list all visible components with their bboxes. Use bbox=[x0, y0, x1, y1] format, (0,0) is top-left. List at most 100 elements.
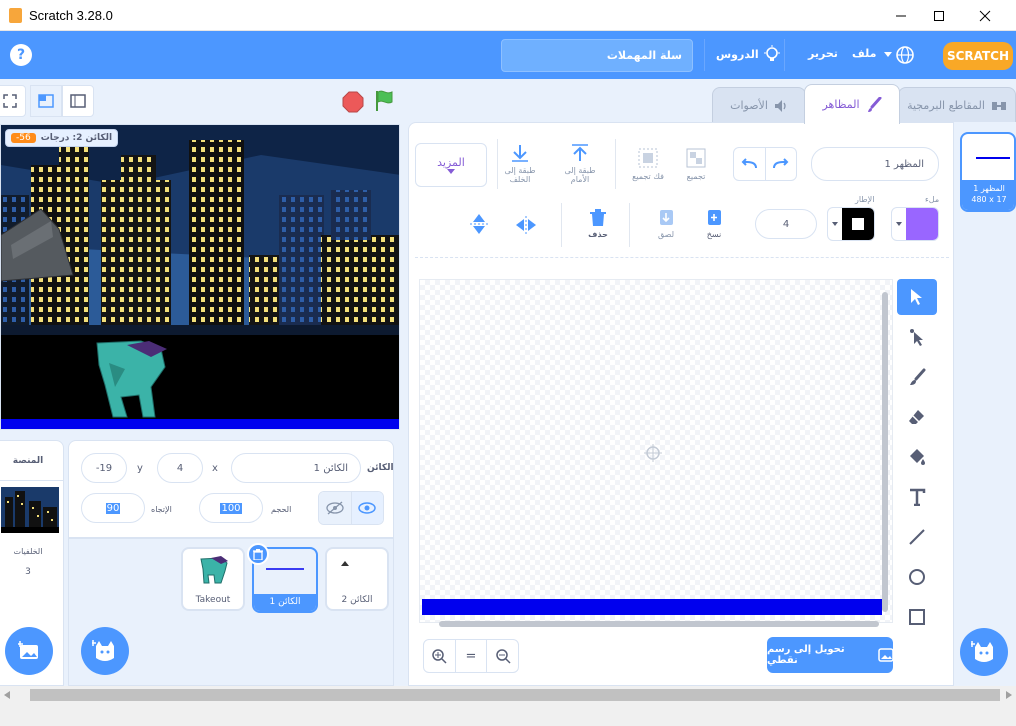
tab-code[interactable]: المقاطع البرمجية bbox=[898, 87, 1016, 123]
paint-editor: المزيد طبقة إلى الخلف طبقة إلى الأمام فك… bbox=[408, 122, 954, 686]
send-backward-button[interactable]: طبقة إلى الخلف bbox=[499, 143, 541, 184]
delete-button[interactable]: حذف bbox=[581, 209, 615, 239]
fullscreen-icon bbox=[3, 94, 17, 108]
monitor-value: -56 bbox=[11, 133, 36, 143]
y-input[interactable]: -19 bbox=[81, 453, 127, 483]
outline-color-picker[interactable] bbox=[827, 207, 875, 241]
copy-button[interactable]: نسخ bbox=[697, 209, 731, 239]
project-title-input[interactable]: سلة المهملات bbox=[501, 39, 693, 72]
hide-sprite-button[interactable] bbox=[319, 492, 351, 524]
select-tool[interactable] bbox=[897, 279, 937, 315]
flip-horizontal-button[interactable] bbox=[515, 215, 537, 238]
ungroup-button[interactable]: فك تجميع bbox=[627, 147, 669, 181]
fill-color-picker[interactable] bbox=[891, 207, 939, 241]
takeout-thumbnail bbox=[200, 556, 228, 584]
zoom-reset-button[interactable]: = bbox=[454, 640, 487, 672]
tab-costumes[interactable]: المظاهر bbox=[804, 84, 900, 124]
stop-button[interactable] bbox=[342, 91, 364, 116]
redo-button[interactable] bbox=[764, 148, 797, 180]
sprite-tile-2[interactable]: الكائن 2 bbox=[325, 547, 389, 611]
image-plus-icon bbox=[18, 641, 38, 659]
brush-tool[interactable] bbox=[897, 359, 937, 395]
canvas-vertical-scrollbar[interactable] bbox=[882, 292, 888, 612]
bring-forward-button[interactable]: طبقة إلى الأمام bbox=[559, 143, 601, 184]
add-costume-button[interactable] bbox=[960, 628, 1008, 676]
sprite-tile-takeout[interactable]: Takeout bbox=[181, 547, 245, 611]
paint-canvas[interactable] bbox=[419, 279, 893, 623]
help-icon[interactable]: ? bbox=[10, 44, 32, 66]
add-backdrop-button[interactable] bbox=[5, 627, 53, 675]
green-flag-button[interactable] bbox=[373, 89, 397, 116]
costume-tile-1[interactable]: المظهر 1 480 x 17 bbox=[960, 132, 1016, 212]
circle-tool[interactable] bbox=[897, 559, 937, 595]
horizontal-scrollbar[interactable] bbox=[0, 686, 1016, 704]
show-sprite-button[interactable] bbox=[350, 492, 383, 524]
sprite-name-input[interactable]: الكائن 1 bbox=[231, 453, 361, 483]
stage-canvas[interactable]: -56 الكائن 2: درجات bbox=[0, 124, 400, 430]
rectangle-tool[interactable] bbox=[897, 599, 937, 635]
group-button[interactable]: تجميع bbox=[675, 147, 717, 181]
delete-sprite-button[interactable] bbox=[247, 543, 269, 565]
sprite-list-panel: Takeout الكائن 1 الكائن 2 bbox=[68, 538, 394, 686]
reshape-tool[interactable] bbox=[897, 319, 937, 355]
paste-button[interactable]: لصق bbox=[649, 209, 683, 239]
canvas-horizontal-scrollbar[interactable] bbox=[439, 621, 879, 627]
arrow-up-icon bbox=[572, 144, 588, 161]
add-sprite-button[interactable] bbox=[81, 627, 129, 675]
eye-slash-icon bbox=[326, 501, 344, 515]
y-label: y bbox=[137, 463, 143, 474]
tool-palette bbox=[897, 277, 941, 627]
line-tool[interactable] bbox=[897, 519, 937, 555]
scratch-logo[interactable]: SCRATCH bbox=[943, 42, 1013, 70]
cat-plus-icon bbox=[92, 640, 114, 661]
fullscreen-button[interactable] bbox=[0, 85, 26, 117]
rectangle-icon bbox=[909, 609, 925, 625]
reshape-icon bbox=[910, 329, 923, 346]
caret-down-icon bbox=[884, 52, 892, 57]
x-input[interactable]: 4 bbox=[157, 453, 203, 483]
size-input[interactable]: 100 bbox=[199, 493, 263, 523]
language-menu[interactable] bbox=[884, 45, 915, 65]
maximize-button[interactable] bbox=[916, 0, 962, 31]
caret-down-icon bbox=[447, 169, 455, 174]
sprite-name: الكائن 1 bbox=[254, 594, 316, 611]
large-stage-button[interactable] bbox=[62, 85, 94, 117]
backdrop-thumbnail bbox=[1, 487, 59, 533]
window-titlebar: Scratch 3.28.0 bbox=[0, 0, 1016, 31]
file-menu[interactable]: ملف bbox=[852, 47, 876, 60]
stage-target-panel[interactable]: المنصة الخلفيات 3 bbox=[0, 440, 64, 686]
outline-swatch bbox=[842, 208, 874, 240]
more-button[interactable]: المزيد bbox=[415, 143, 487, 187]
costume-name-input[interactable]: المظهر 1 bbox=[811, 147, 939, 181]
city-night-backdrop bbox=[1, 125, 399, 429]
line-icon bbox=[909, 529, 925, 545]
undo-button[interactable] bbox=[734, 148, 765, 180]
stage-panel-title: المنصة bbox=[0, 441, 63, 481]
copy-icon bbox=[708, 210, 721, 225]
tutorials-button[interactable]: الدروس bbox=[716, 45, 781, 63]
text-tool[interactable] bbox=[897, 479, 937, 515]
flip-vertical-button[interactable] bbox=[469, 213, 489, 238]
line-shape[interactable] bbox=[422, 599, 882, 615]
convert-to-bitmap-button[interactable]: تحويل إلى رسم نقطي bbox=[767, 637, 893, 673]
flip-vertical-icon bbox=[470, 214, 488, 234]
close-button[interactable] bbox=[962, 0, 1008, 31]
image-icon bbox=[878, 648, 893, 662]
edit-menu[interactable]: تحرير bbox=[808, 47, 838, 60]
outline-width-input[interactable]: 4 bbox=[755, 209, 817, 239]
flip-horizontal-icon bbox=[516, 216, 536, 234]
small-stage-button[interactable] bbox=[30, 85, 62, 117]
eraser-tool[interactable] bbox=[897, 399, 937, 435]
paste-icon bbox=[660, 210, 673, 225]
zoom-in-button[interactable] bbox=[424, 640, 455, 672]
zoom-out-button[interactable] bbox=[486, 640, 518, 672]
direction-input[interactable]: 90 bbox=[81, 493, 145, 523]
scrollbar-thumb[interactable] bbox=[30, 689, 1000, 701]
caret-down-icon bbox=[896, 222, 902, 226]
window-bottom-edge bbox=[0, 704, 1016, 726]
outline-label: الإطار bbox=[855, 195, 875, 204]
fill-tool[interactable] bbox=[897, 439, 937, 475]
group-icon bbox=[686, 148, 706, 168]
green-flag-icon bbox=[376, 90, 393, 111]
tab-sounds[interactable]: الأصوات bbox=[712, 87, 806, 123]
